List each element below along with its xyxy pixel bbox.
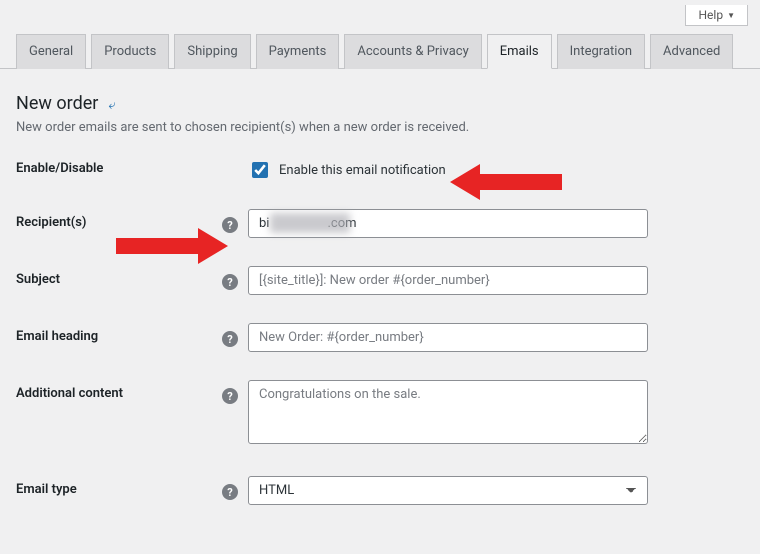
tab-products[interactable]: Products	[91, 34, 169, 69]
tab-advanced[interactable]: Advanced	[650, 34, 733, 69]
enable-checkbox-label: Enable this email notification	[279, 163, 446, 178]
page-title: New order	[16, 93, 98, 114]
label-enable: Enable/Disable	[16, 155, 248, 176]
row-subject: Subject ?	[16, 266, 744, 295]
row-email-type: Email type ? HTML	[16, 476, 744, 505]
tabs-nav: General Products Shipping Payments Accou…	[0, 0, 760, 69]
row-email-heading: Email heading ?	[16, 323, 744, 352]
help-button[interactable]: Help ▼	[685, 5, 748, 26]
label-additional-content: Additional content ?	[16, 380, 248, 404]
tab-payments[interactable]: Payments	[256, 34, 340, 69]
recipients-input-wrap	[248, 209, 744, 238]
label-email-type-text: Email type	[16, 482, 77, 497]
settings-form: Enable/Disable Enable this email notific…	[16, 155, 744, 505]
help-icon[interactable]: ?	[222, 217, 238, 233]
tab-general[interactable]: General	[16, 34, 86, 69]
label-subject-text: Subject	[16, 272, 60, 287]
chevron-down-icon: ▼	[727, 11, 735, 20]
label-email-heading: Email heading ?	[16, 323, 248, 347]
section-title: New order ⤶	[16, 93, 744, 114]
enable-checkbox-wrap[interactable]: Enable this email notification	[248, 155, 744, 181]
help-icon[interactable]: ?	[222, 484, 238, 500]
label-enable-text: Enable/Disable	[16, 161, 103, 176]
tab-shipping[interactable]: Shipping	[174, 34, 250, 69]
label-email-type: Email type ?	[16, 476, 248, 500]
help-icon[interactable]: ?	[222, 331, 238, 347]
email-heading-input[interactable]	[248, 323, 648, 352]
label-recipients: Recipient(s) ?	[16, 209, 248, 233]
row-enable: Enable/Disable Enable this email notific…	[16, 155, 744, 181]
email-type-select[interactable]: HTML	[248, 476, 648, 505]
help-icon[interactable]: ?	[222, 274, 238, 290]
enable-checkbox[interactable]	[252, 162, 268, 178]
section-description: New order emails are sent to chosen reci…	[16, 120, 744, 135]
additional-content-textarea[interactable]	[248, 380, 648, 444]
tab-emails[interactable]: Emails	[487, 34, 552, 69]
content-area: New order ⤶ New order emails are sent to…	[0, 69, 760, 505]
row-additional-content: Additional content ?	[16, 380, 744, 448]
label-additional-content-text: Additional content	[16, 386, 123, 401]
row-recipients: Recipient(s) ?	[16, 209, 744, 238]
help-button-label: Help	[698, 8, 723, 22]
label-recipients-text: Recipient(s)	[16, 215, 86, 230]
label-subject: Subject ?	[16, 266, 248, 290]
help-icon[interactable]: ?	[222, 388, 238, 404]
tab-integration[interactable]: Integration	[557, 34, 645, 69]
tab-accounts-privacy[interactable]: Accounts & Privacy	[344, 34, 481, 69]
label-email-heading-text: Email heading	[16, 329, 98, 344]
back-link-icon[interactable]: ⤶	[108, 98, 115, 113]
subject-input[interactable]	[248, 266, 648, 295]
redacted-overlay	[270, 213, 350, 233]
